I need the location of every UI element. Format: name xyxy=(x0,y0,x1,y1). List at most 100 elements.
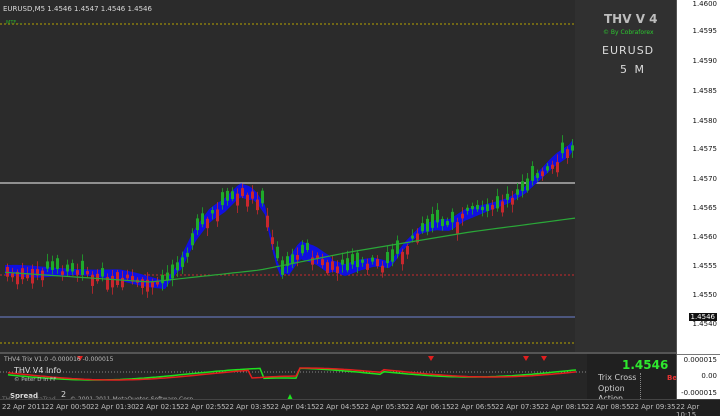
candle-body xyxy=(506,193,509,200)
candle-body xyxy=(371,257,374,262)
indicator-axis: 0.000015 0.00 -0.000015 xyxy=(677,354,720,401)
candle-body xyxy=(526,178,529,191)
candle-body xyxy=(226,190,229,201)
candle-body xyxy=(571,145,574,151)
price-tick: 1.4590 xyxy=(692,57,718,65)
candle-body xyxy=(31,268,34,284)
time-tick: 22 Apr 09:35 xyxy=(630,403,676,411)
panel-title: THV V 4 xyxy=(604,12,658,26)
spread-value: 2 xyxy=(61,390,67,399)
candle-body xyxy=(296,255,299,260)
trix-separators xyxy=(640,373,642,401)
candle-body xyxy=(496,196,499,209)
candle-body xyxy=(471,206,474,210)
price-tick: 1.4600 xyxy=(692,0,718,8)
candle-body xyxy=(481,206,484,211)
price-tick: 1.4585 xyxy=(692,87,718,95)
candle-body xyxy=(86,271,89,275)
candle-body xyxy=(536,173,539,178)
candle-body xyxy=(96,273,99,282)
time-tick: 22 Apr 08:55 xyxy=(585,403,631,411)
candle-body xyxy=(216,209,219,222)
candle-body xyxy=(276,246,279,259)
price-tick: 1.4595 xyxy=(692,27,718,35)
time-tick: 22 Apr 05:35 xyxy=(360,403,406,411)
candle-body xyxy=(261,190,264,204)
candle-body xyxy=(421,223,424,232)
candle-body xyxy=(361,259,364,263)
ind-tick: 0.00 xyxy=(701,372,717,380)
price-tick: 1.4560 xyxy=(692,233,718,241)
candle-body xyxy=(66,264,69,272)
chart-symbol-title: EURUSD,M5 1.4546 1.4547 1.4546 1.4546 xyxy=(3,5,152,13)
time-tick: 22 Apr 04:15 xyxy=(270,403,316,411)
time-tick: 22 Apr 2011 xyxy=(2,403,46,411)
candle-body xyxy=(56,258,59,270)
time-tick: 22 Apr 06:55 xyxy=(450,403,496,411)
candle-body xyxy=(396,240,399,254)
candle-body xyxy=(281,260,284,275)
candle-body xyxy=(451,211,454,223)
price-axis[interactable]: 1.4600 1.4595 1.4590 1.4585 1.4580 1.457… xyxy=(676,0,720,401)
time-tick: 22 Apr 10:15 xyxy=(676,403,700,416)
info-sub: © Peter D in FF xyxy=(14,377,57,383)
price-tick: 1.4580 xyxy=(692,117,718,125)
candle-body xyxy=(61,271,64,275)
trix-cross-label: Trix Cross xyxy=(598,373,637,382)
candle-body xyxy=(401,251,404,265)
time-tick: 22 Apr 00:50 xyxy=(45,403,91,411)
indicator-info-box: THV V4 Info © Peter D in FF xyxy=(6,366,76,386)
candle-body xyxy=(406,246,409,255)
candle-body xyxy=(236,193,239,206)
indicator-header: THV4 Trix V1.0 -0.000016 -0.000015 xyxy=(4,356,114,363)
candle-body xyxy=(26,274,29,279)
candle-body xyxy=(476,204,479,210)
candle-body xyxy=(171,264,174,279)
candle-body xyxy=(426,218,429,232)
candle-body xyxy=(251,191,254,199)
candle-body xyxy=(546,166,549,171)
candle-body xyxy=(126,274,129,279)
candle-body xyxy=(456,222,459,234)
price-tick: 1.4575 xyxy=(692,145,718,153)
time-tick: 22 Apr 03:35 xyxy=(225,403,271,411)
time-axis[interactable]: 22 Apr 2011 22 Apr 00:50 22 Apr 01:30 22… xyxy=(0,399,720,416)
candle-body xyxy=(356,252,359,268)
candle-body xyxy=(111,275,114,288)
candle-body xyxy=(211,210,214,214)
candle-body xyxy=(391,249,394,262)
time-tick: 22 Apr 08:15 xyxy=(540,403,586,411)
candle-body xyxy=(116,272,119,286)
candle-body xyxy=(531,166,534,181)
time-tick: 22 Apr 02:15 xyxy=(135,403,181,411)
candle-body xyxy=(326,262,329,274)
candle-body xyxy=(381,265,384,273)
candle-body xyxy=(206,218,209,229)
time-tick: 22 Apr 01:30 xyxy=(90,403,136,411)
price-tick: 1.4540 xyxy=(692,320,718,328)
price-tick: 1.4555 xyxy=(692,262,718,270)
candle-body xyxy=(346,258,349,271)
candle-body xyxy=(306,242,309,250)
candle-body xyxy=(411,235,414,239)
candle-body xyxy=(91,274,94,286)
candle-body xyxy=(161,274,164,284)
option-label: Option xyxy=(598,384,625,393)
ind-tick: 0.000015 xyxy=(683,356,717,364)
candle-body xyxy=(81,260,84,275)
candle-body xyxy=(486,204,489,212)
candle-body xyxy=(331,261,334,270)
candle-body xyxy=(386,251,389,264)
candle-body xyxy=(221,192,224,206)
time-tick: 22 Apr 04:55 xyxy=(315,403,361,411)
mtf-marker: MTF ... xyxy=(6,20,23,26)
candle-body xyxy=(431,213,434,228)
candle-body xyxy=(521,181,524,192)
candle-body xyxy=(201,213,204,225)
panel-subtitle: © By Cobraforex xyxy=(603,29,654,36)
candle-body xyxy=(446,221,449,226)
candle-body xyxy=(311,257,314,265)
candle-body xyxy=(231,191,234,200)
candle-body xyxy=(511,197,514,205)
candle-body xyxy=(541,171,544,177)
